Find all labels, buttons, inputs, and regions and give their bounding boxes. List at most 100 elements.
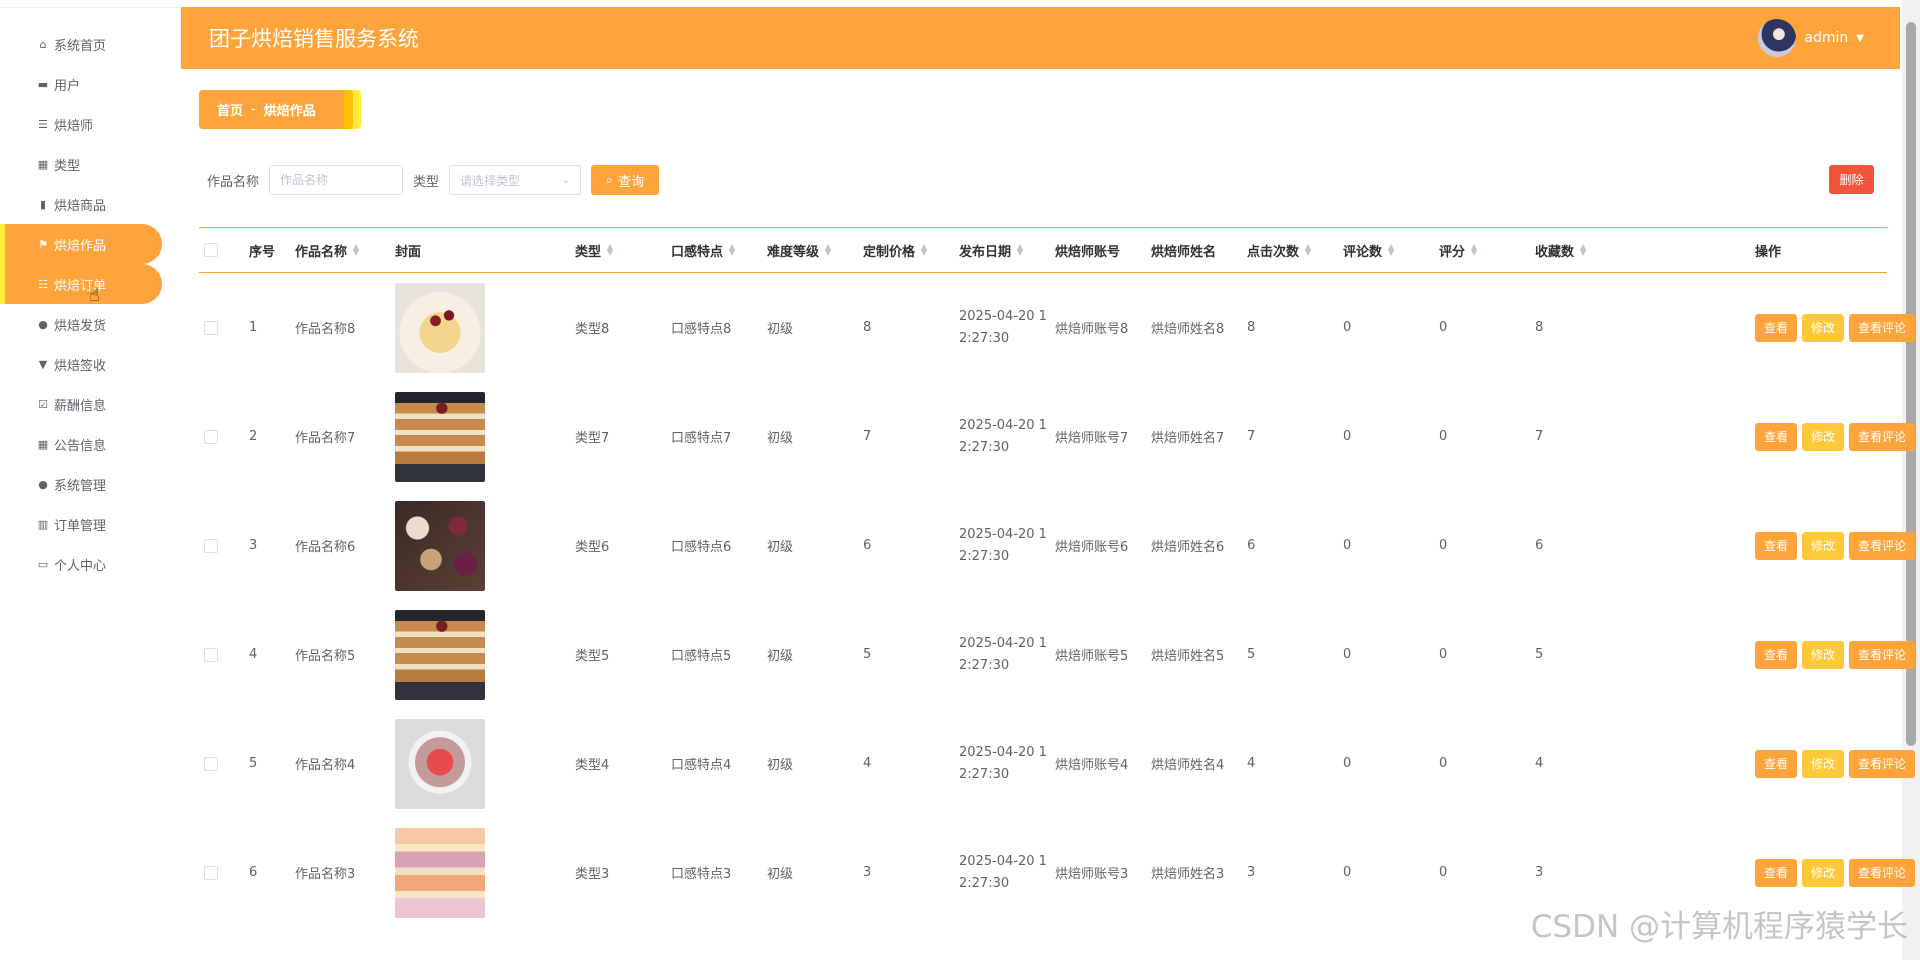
sidebar-item[interactable]: ☑ 薪酬信息 bbox=[0, 384, 170, 424]
sidebar-item[interactable]: ☰ 烘焙师 bbox=[0, 104, 170, 144]
works-table: 序号 作品名称 ▲ ▼ 封面 类型 ▲ ▼ 口感特点 ▲ ▼ 难度等级 ▲ ▼ 定制价格 ▲ ▼ 发布日期 ▲ ▼ 烘焙… bbox=[199, 227, 1916, 927]
cell-type: 类型7 bbox=[575, 427, 671, 446]
cell-value: 0 bbox=[1343, 865, 1352, 880]
cell-value: 烘焙师账号8 bbox=[1055, 322, 1129, 337]
view-button[interactable]: 查看 bbox=[1755, 749, 1798, 778]
column-header[interactable]: 定制价格 ▲ ▼ bbox=[863, 241, 959, 260]
cell-price: 8 bbox=[863, 320, 959, 335]
avatar[interactable] bbox=[1758, 19, 1797, 57]
user-menu[interactable]: admin ▼ bbox=[1758, 19, 1864, 57]
chevron-down-icon: ⌄ bbox=[561, 174, 571, 186]
edit-button[interactable]: 修改 bbox=[1802, 313, 1845, 342]
sidebar-item[interactable]: ⚑ 烘焙作品 bbox=[0, 224, 162, 264]
view-button[interactable]: 查看 bbox=[1755, 531, 1798, 560]
type-select-placeholder: 请选择类型 bbox=[460, 173, 521, 188]
column-header[interactable]: 难度等级 ▲ ▼ bbox=[767, 241, 863, 260]
flag-icon: ⚑ bbox=[38, 237, 48, 251]
cover-image[interactable] bbox=[395, 718, 485, 809]
column-header[interactable]: 评分 ▲ ▼ bbox=[1439, 241, 1535, 260]
cell-value: 4 bbox=[1247, 756, 1256, 771]
sidebar-item[interactable]: ● 系统管理 bbox=[0, 464, 170, 504]
sort-icon[interactable]: ▲ ▼ bbox=[353, 243, 359, 257]
cover-image[interactable] bbox=[395, 827, 485, 918]
row-checkbox[interactable] bbox=[204, 429, 218, 444]
page-scrollbar-thumb[interactable] bbox=[1906, 22, 1916, 746]
table-header: 序号 作品名称 ▲ ▼ 封面 类型 ▲ ▼ 口感特点 ▲ ▼ 难度等级 ▲ ▼ 定制价格 ▲ ▼ 发布日期 ▲ ▼ 烘焙… bbox=[199, 227, 1887, 273]
view-button[interactable]: 查看 bbox=[1755, 313, 1798, 342]
sidebar-item[interactable]: ● 烘焙发货 bbox=[0, 304, 170, 344]
edit-button[interactable]: 修改 bbox=[1802, 749, 1845, 778]
sidebar-item[interactable]: ▦ 公告信息 bbox=[0, 424, 170, 464]
edit-button[interactable]: 修改 bbox=[1802, 531, 1845, 560]
view-reviews-button[interactable]: 查看评论 bbox=[1849, 858, 1916, 887]
sort-icon[interactable]: ▲ ▼ bbox=[1388, 243, 1394, 257]
caret-down-icon[interactable]: ▼ bbox=[1856, 33, 1864, 44]
sidebar-item[interactable]: ☷ 烘焙订单 bbox=[0, 264, 162, 304]
page-scrollbar-track[interactable] bbox=[1902, 0, 1920, 960]
column-header[interactable]: 类型 ▲ ▼ bbox=[575, 241, 671, 260]
column-header-label: 收藏数 bbox=[1535, 244, 1575, 260]
row-checkbox[interactable] bbox=[204, 647, 218, 662]
cell-price: 5 bbox=[863, 647, 959, 662]
view-reviews-button[interactable]: 查看评论 bbox=[1849, 422, 1916, 451]
sort-icon[interactable]: ▲ ▼ bbox=[1017, 243, 1023, 257]
cell-baker: 烘焙师姓名4 bbox=[1151, 754, 1247, 773]
column-header[interactable]: 点击次数 ▲ ▼ bbox=[1247, 241, 1343, 260]
select-all-checkbox[interactable] bbox=[204, 243, 218, 257]
sort-icon[interactable]: ▲ ▼ bbox=[607, 243, 613, 257]
cover-image[interactable] bbox=[395, 609, 485, 700]
query-button[interactable]: ⌕ 查询 bbox=[591, 165, 660, 195]
column-header[interactable]: 口感特点 ▲ ▼ bbox=[671, 241, 767, 260]
sort-icon[interactable]: ▲ ▼ bbox=[921, 243, 927, 257]
name-filter-input[interactable] bbox=[269, 165, 404, 195]
sidebar-item[interactable]: ▦ 类型 bbox=[0, 144, 170, 184]
batch-delete-button[interactable]: 删除 bbox=[1829, 165, 1874, 194]
cover-cell bbox=[395, 609, 575, 700]
column-header[interactable]: 作品名称 ▲ ▼ bbox=[295, 241, 395, 260]
sort-icon[interactable]: ▲ ▼ bbox=[825, 243, 831, 257]
sidebar-item[interactable]: ▼ 烘焙签收 bbox=[0, 344, 170, 384]
cell-clicks: 4 bbox=[1247, 756, 1343, 771]
view-button[interactable]: 查看 bbox=[1755, 422, 1798, 451]
column-header[interactable]: 评论数 ▲ ▼ bbox=[1343, 241, 1439, 260]
view-button[interactable]: 查看 bbox=[1755, 858, 1798, 887]
cover-image[interactable] bbox=[395, 282, 485, 373]
column-header[interactable]: 发布日期 ▲ ▼ bbox=[959, 241, 1055, 260]
sort-icon[interactable]: ▲ ▼ bbox=[1305, 243, 1311, 257]
user-name[interactable]: admin bbox=[1804, 30, 1848, 46]
breadcrumb-home[interactable]: 首页 bbox=[217, 100, 243, 119]
view-reviews-button[interactable]: 查看评论 bbox=[1849, 313, 1916, 342]
sort-icon[interactable]: ▲ ▼ bbox=[729, 243, 735, 257]
view-reviews-button[interactable]: 查看评论 bbox=[1849, 749, 1916, 778]
column-header-label: 序号 bbox=[249, 244, 276, 260]
row-checkbox[interactable] bbox=[204, 320, 218, 335]
column-header[interactable]: 收藏数 ▲ ▼ bbox=[1535, 241, 1755, 260]
view-reviews-button[interactable]: 查看评论 bbox=[1849, 531, 1916, 560]
cell-favs: 6 bbox=[1535, 538, 1755, 553]
row-checkbox[interactable] bbox=[204, 756, 218, 771]
type-select[interactable]: 请选择类型 ⌄ bbox=[449, 165, 582, 195]
cell-value: 8 bbox=[863, 320, 872, 335]
search-bar: 作品名称 类型 请选择类型 ⌄ ⌕ 查询 bbox=[207, 165, 660, 195]
cell-value: 烘焙师账号7 bbox=[1055, 431, 1129, 446]
row-checkbox[interactable] bbox=[204, 538, 218, 553]
sidebar-item[interactable]: ▬ 用户 bbox=[0, 64, 170, 104]
cell-value: 类型8 bbox=[575, 322, 610, 337]
sidebar-item[interactable]: ▮ 烘焙商品 bbox=[0, 184, 170, 224]
cover-image[interactable] bbox=[395, 391, 485, 482]
edit-button[interactable]: 修改 bbox=[1802, 422, 1845, 451]
sidebar-item[interactable]: ▥ 订单管理 bbox=[0, 504, 170, 544]
cell-clicks: 6 bbox=[1247, 538, 1343, 553]
view-reviews-button[interactable]: 查看评论 bbox=[1849, 640, 1916, 669]
view-button[interactable]: 查看 bbox=[1755, 640, 1798, 669]
cell-value: 类型3 bbox=[575, 867, 610, 882]
edit-button[interactable]: 修改 bbox=[1802, 640, 1845, 669]
edit-button[interactable]: 修改 bbox=[1802, 858, 1845, 887]
cell-account: 烘焙师账号8 bbox=[1055, 318, 1151, 337]
sidebar-item[interactable]: ▭ 个人中心 bbox=[0, 544, 170, 584]
cover-image[interactable] bbox=[395, 500, 485, 591]
sidebar-item[interactable]: ⌂ 系统首页 bbox=[0, 24, 170, 64]
sort-icon[interactable]: ▲ ▼ bbox=[1580, 243, 1586, 257]
row-checkbox[interactable] bbox=[204, 865, 218, 880]
sort-icon[interactable]: ▲ ▼ bbox=[1471, 243, 1477, 257]
